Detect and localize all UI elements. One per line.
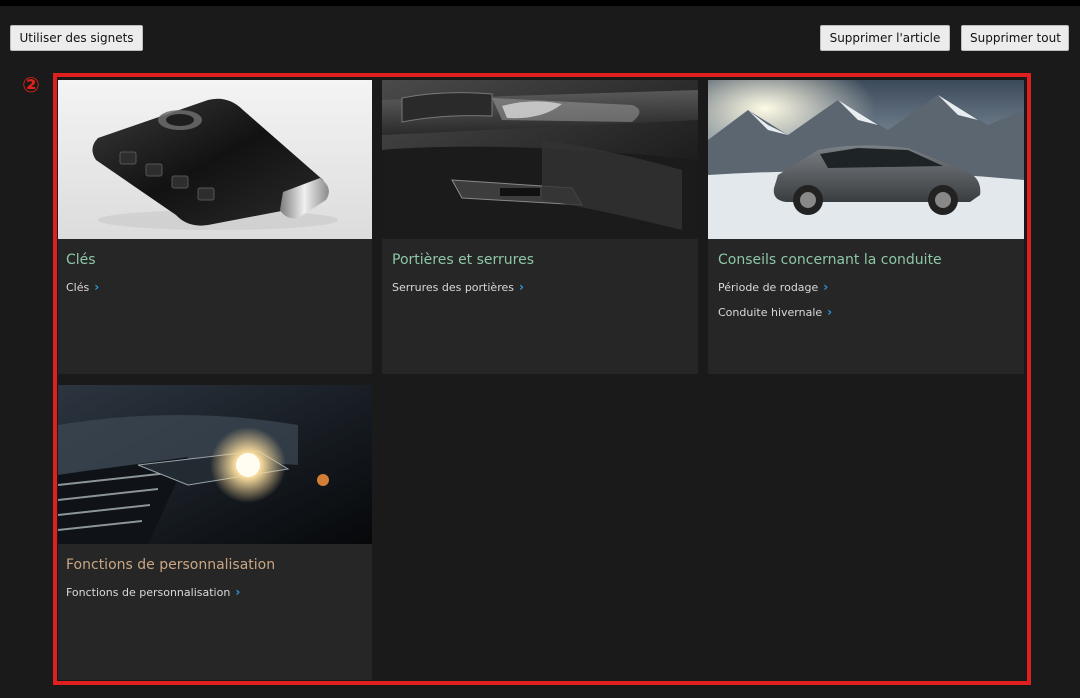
link-keys[interactable]: Clés › — [66, 280, 99, 294]
delete-article-button[interactable]: Supprimer l'article — [820, 25, 950, 51]
link-label: Serrures des portières — [392, 281, 514, 294]
link-personalization-features[interactable]: Fonctions de personnalisation › — [66, 585, 240, 599]
card-keys: Clés Clés › — [58, 80, 372, 374]
card-title: Conseils concernant la conduite — [718, 252, 942, 268]
card-title: Clés — [66, 252, 96, 268]
smart-key-image[interactable] — [58, 80, 372, 239]
card-personalization: Fonctions de personnalisation Fonctions … — [58, 385, 372, 680]
link-winter-driving[interactable]: Conduite hivernale › — [718, 305, 832, 319]
suv-snow-image[interactable] — [708, 80, 1024, 239]
chevron-right-icon: › — [827, 305, 833, 319]
callout-marker: ② — [22, 73, 40, 97]
top-strip — [0, 0, 1080, 6]
link-label: Période de rodage — [718, 281, 819, 294]
card-doors: Portières et serrures Serrures des porti… — [382, 80, 698, 374]
link-label: Conduite hivernale — [718, 306, 823, 319]
door-interior-image[interactable] — [382, 80, 698, 239]
link-label: Fonctions de personnalisation — [66, 586, 231, 599]
link-label: Clés — [66, 281, 90, 294]
use-bookmarks-button[interactable]: Utiliser des signets — [10, 25, 143, 51]
card-driving: Conseils concernant la conduite Période … — [708, 80, 1024, 374]
link-door-locks[interactable]: Serrures des portières › — [392, 280, 524, 294]
delete-all-button[interactable]: Supprimer tout — [961, 25, 1069, 51]
chevron-right-icon: › — [235, 585, 241, 599]
link-break-in-period[interactable]: Période de rodage › — [718, 280, 828, 294]
card-title: Portières et serrures — [392, 252, 535, 268]
chevron-right-icon: › — [94, 280, 100, 294]
card-title: Fonctions de personnalisation — [66, 557, 276, 573]
headlight-image[interactable] — [58, 385, 372, 544]
chevron-right-icon: › — [823, 280, 829, 294]
chevron-right-icon: › — [518, 280, 524, 294]
